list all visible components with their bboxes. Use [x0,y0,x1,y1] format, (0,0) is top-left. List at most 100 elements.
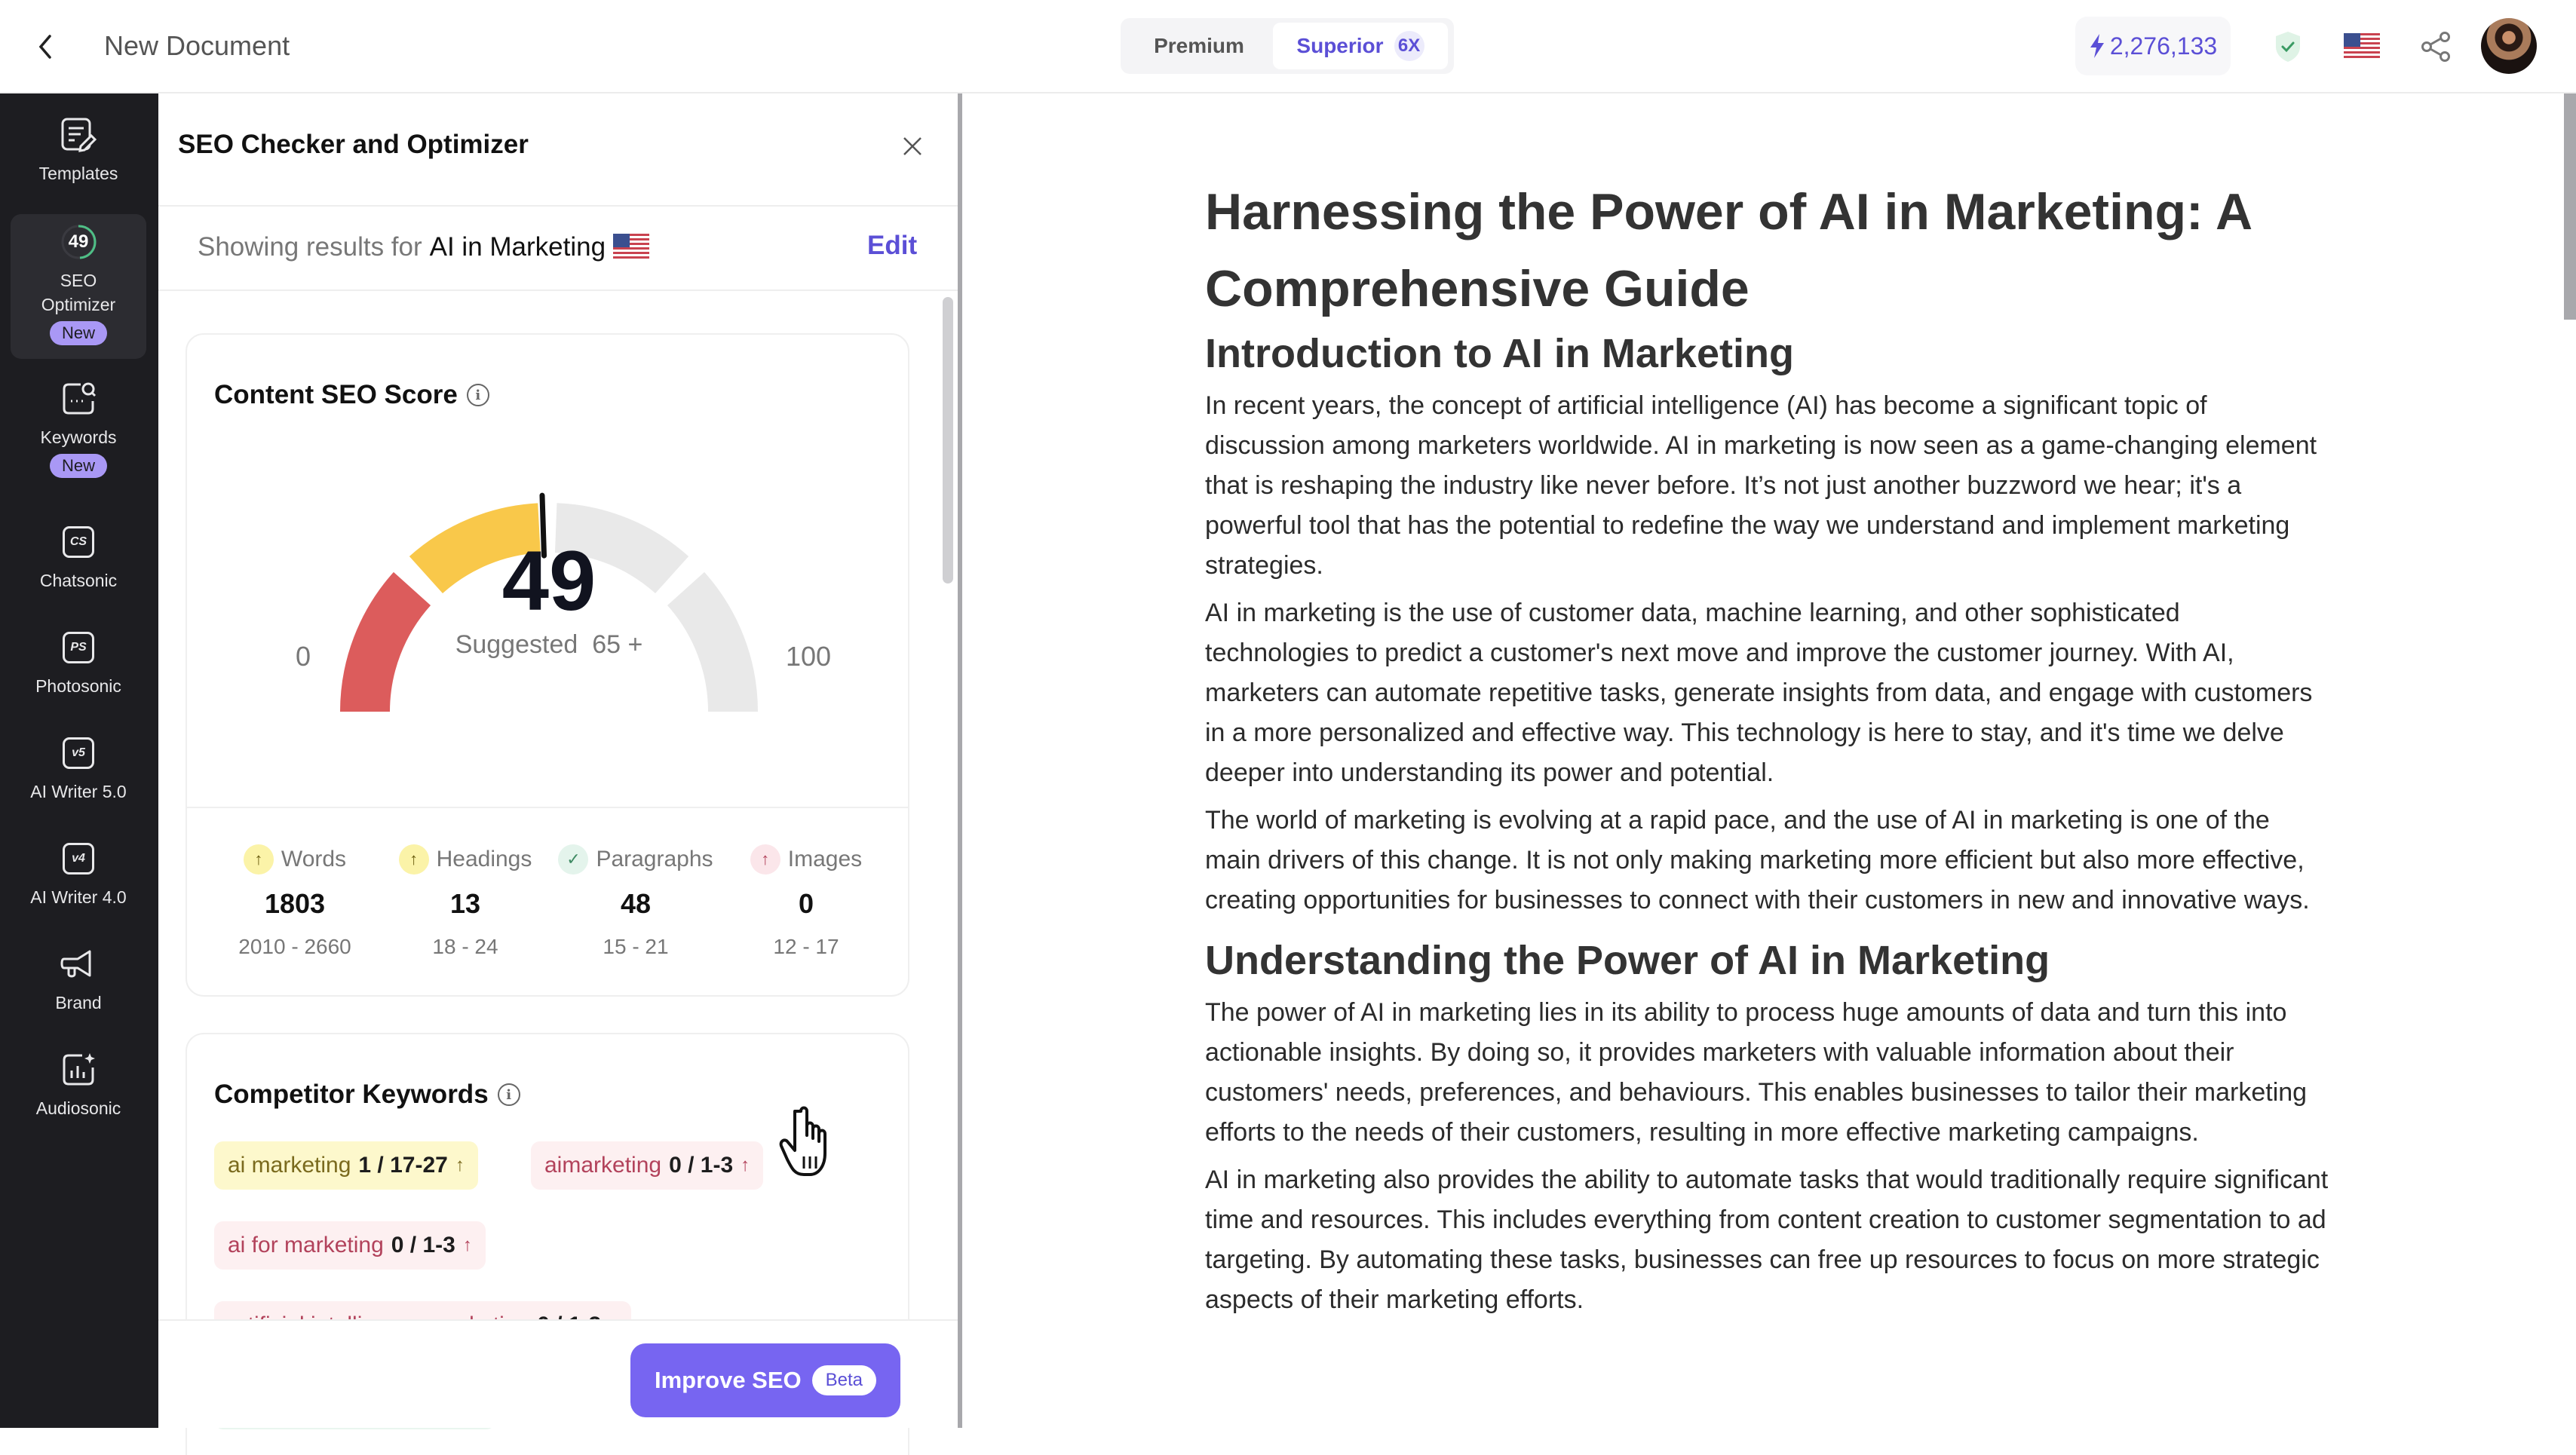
stat-value: 0 [798,888,814,919]
close-panel-button[interactable] [894,128,931,164]
security-status-button[interactable] [2270,29,2306,65]
check-icon: ✓ [558,844,589,875]
sidebar-item-photosonic[interactable]: PS Photosonic [11,629,146,712]
plan-switch: Premium Superior 6X [1121,18,1454,74]
keyword-term: ai for marketing [228,1233,384,1257]
sidebar-item-label: Chatsonic [39,571,118,590]
stat-images: ↑ Images 0 12 - 17 [721,844,891,959]
competitor-keywords-title: Competitor Keywords i [214,1080,520,1110]
document-title[interactable]: New Document [104,30,290,62]
stat-label: Paragraphs [596,847,713,871]
stat-label: Words [281,847,347,871]
plan-multiplier-badge: 6X [1394,31,1424,61]
sidebar-item-audiosonic[interactable]: Audiosonic [11,1051,146,1134]
sidebar-item-label: Brand [55,993,102,1012]
stat-range: 12 - 17 [773,935,839,958]
stat-words: ↑ Words 1803 2010 - 2660 [210,844,380,959]
document-content[interactable]: Harnessing the Power of AI in Marketing:… [1205,173,2329,1328]
stat-headings: ↑ Headings 13 18 - 24 [380,844,550,959]
close-icon [903,137,922,155]
chatsonic-icon-text: CS [63,526,94,558]
paragraph[interactable]: In recent years, the concept of artifici… [1205,386,2329,586]
sidebar-item-label: Audiosonic [35,1098,121,1118]
keyword-chip[interactable]: ai marketing 1 / 17-27 ↑ [214,1141,478,1190]
section-heading[interactable]: Understanding the Power of AI in Marketi… [1205,934,2329,987]
stat-value: 13 [449,888,481,919]
document-title-heading[interactable]: Harnessing the Power of AI in Marketing:… [1205,173,2329,327]
sidebar-item-keywords[interactable]: Keywords New [11,380,146,486]
sidebar-item-templates[interactable]: Templates [11,116,146,214]
stat-value: 48 [620,888,652,919]
info-icon[interactable]: i [497,1083,520,1106]
suggested-value: 65 + [592,630,643,659]
keyword-chip[interactable]: aimarketing 0 / 1-3 ↑ [531,1141,764,1190]
lightning-icon [2090,34,2104,58]
paragraph[interactable]: The world of marketing is evolving at a … [1205,801,2329,920]
suggested-label: Suggested [455,630,578,659]
sidebar-item-label: SEO Optimizer [41,271,116,314]
chatsonic-icon: CS [60,523,97,561]
keyword-chip[interactable]: ai for marketing 0 / 1-3 ↑ [214,1221,486,1270]
results-for-row: Showing results for AI in Marketing Edit [158,208,958,291]
user-avatar[interactable] [2481,18,2537,74]
seo-sidebar-score: 49 [68,231,89,252]
sidebar-item-label: Photosonic [35,676,121,696]
megaphone-icon [60,945,97,983]
ai-writer-5-icon-text: v5 [63,737,94,769]
keyword-count: 1 / 17-27 [358,1153,448,1178]
stat-range: 15 - 21 [603,935,669,958]
arrow-up-icon: ↑ [243,844,274,875]
results-keyword: AI in Marketing [429,232,606,262]
language-flag-button[interactable] [2344,29,2380,65]
arrow-up-icon: ↑ [741,1155,750,1175]
results-prefix: Showing results for [198,232,422,262]
beta-badge: Beta [811,1365,877,1395]
hand-cursor-icon [779,1106,826,1176]
paragraph[interactable]: The power of AI in marketing lies in its… [1205,993,2329,1153]
improve-seo-button[interactable]: Improve SEO Beta [630,1343,900,1417]
panel-scrollbar[interactable] [943,297,953,584]
keyword-count: 0 / 1-3 [391,1233,455,1257]
section-heading[interactable]: Introduction to AI in Marketing [1205,327,2329,380]
ai-writer-4-icon: v4 [60,840,97,878]
paragraph[interactable]: AI in marketing is the use of customer d… [1205,593,2329,793]
sidebar-item-seo-optimizer[interactable]: 49 SEO Optimizer New [11,214,146,359]
seo-panel-header: SEO Checker and Optimizer [158,93,958,207]
sidebar-item-label: Templates [38,164,118,183]
us-flag-icon [613,234,650,261]
audiosonic-icon [60,1051,97,1089]
us-flag-icon [2344,33,2380,60]
divider [187,807,908,808]
document-scrollbar[interactable] [2564,93,2576,320]
edit-keyword-link[interactable]: Edit [867,231,917,261]
top-bar: New Document Premium Superior 6X 2,276,1… [0,0,2576,93]
new-badge: New [49,454,107,478]
sidebar-item-label: Keywords [40,427,117,447]
sidebar-item-label: AI Writer 5.0 [30,782,127,801]
arrow-up-icon: ↑ [750,844,780,875]
keywords-icon [60,380,97,418]
share-button[interactable] [2418,29,2454,65]
sidebar-item-ai-writer-5[interactable]: v5 AI Writer 5.0 [11,734,146,817]
credits-counter[interactable]: 2,276,133 [2075,17,2231,75]
ai-writer-4-icon-text: v4 [63,843,94,875]
photosonic-icon-text: PS [63,632,94,663]
arrow-up-icon: ↑ [455,1155,465,1175]
paragraph[interactable]: AI in marketing also provides the abilit… [1205,1160,2329,1320]
back-button[interactable] [30,29,60,65]
credits-value: 2,276,133 [2109,32,2218,60]
seo-panel-footer: Improve SEO Beta [158,1319,958,1428]
plan-superior-tab[interactable]: Superior 6X [1273,23,1448,69]
content-seo-score-card: Content SEO Score i 49 Suggested 65 + 0 … [186,333,909,997]
sidebar-item-chatsonic[interactable]: CS Chatsonic [11,523,146,606]
stat-paragraphs: ✓ Paragraphs 48 15 - 21 [550,844,721,959]
results-for-text: Showing results for AI in Marketing [198,232,650,262]
plan-premium-tab[interactable]: Premium [1125,23,1273,69]
improve-seo-label: Improve SEO [654,1367,802,1393]
arrow-up-icon: ↑ [398,844,429,875]
new-badge: New [49,321,107,345]
share-icon [2421,32,2450,62]
sidebar-item-brand[interactable]: Brand [11,945,146,1028]
sidebar-item-ai-writer-4[interactable]: v4 AI Writer 4.0 [11,840,146,923]
document-editor[interactable]: Harnessing the Power of AI in Marketing:… [962,93,2576,1428]
